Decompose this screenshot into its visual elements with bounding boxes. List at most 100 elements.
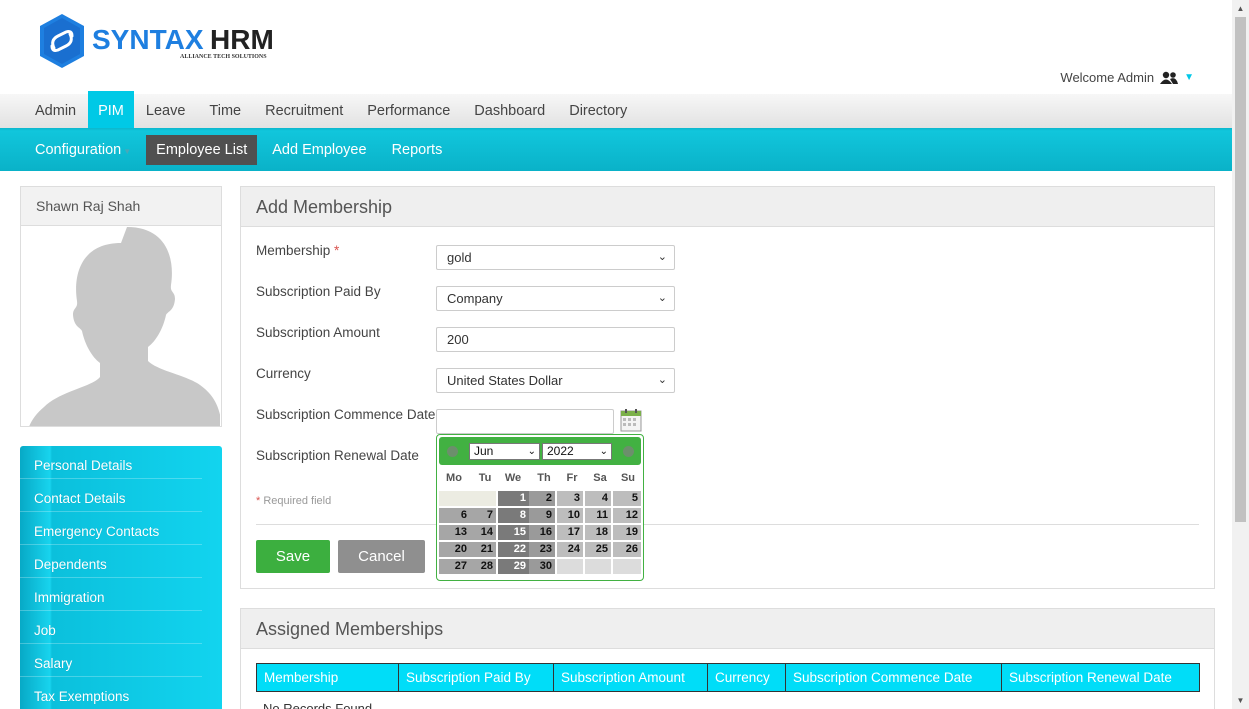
- side-dependents[interactable]: Dependents: [20, 545, 202, 578]
- calendar-day[interactable]: 6: [439, 508, 470, 523]
- employee-name: Shawn Raj Shah: [21, 187, 221, 226]
- users-icon: [1160, 71, 1179, 84]
- chevron-down-icon[interactable]: ▼: [1184, 72, 1194, 83]
- menu-recruitment[interactable]: Recruitment: [253, 94, 355, 128]
- required-field-note: * Required field: [256, 495, 331, 507]
- prev-month-icon[interactable]: [447, 446, 458, 457]
- calendar-day[interactable]: 4: [585, 491, 611, 506]
- submenu-configuration[interactable]: Configuration ▼: [25, 135, 141, 165]
- calendar-day[interactable]: 15: [498, 525, 529, 540]
- menu-directory[interactable]: Directory: [557, 94, 639, 128]
- next-month-icon[interactable]: [623, 446, 634, 457]
- scrollbar-thumb[interactable]: [1235, 17, 1246, 522]
- weekday-header: Sa: [593, 472, 607, 484]
- calendar-day[interactable]: 22: [498, 542, 529, 557]
- calendar-day[interactable]: 7: [470, 508, 496, 523]
- save-button[interactable]: Save: [256, 540, 330, 573]
- calendar-day[interactable]: 20: [439, 542, 470, 557]
- col-membership[interactable]: Membership: [257, 664, 399, 691]
- menu-admin[interactable]: Admin: [23, 94, 88, 128]
- syntaxhrm-logo[interactable]: SYNTAX HRM ALLIANCE TECH SOLUTIONS: [34, 12, 294, 72]
- menu-dashboard[interactable]: Dashboard: [462, 94, 557, 128]
- calendar-day[interactable]: 1: [498, 491, 529, 506]
- currency-label: Currency: [256, 366, 311, 381]
- calendar-day[interactable]: 24: [557, 542, 583, 557]
- calendar-day[interactable]: 13: [439, 525, 470, 540]
- weekday-header: Su: [620, 472, 636, 484]
- amount-input[interactable]: 200: [436, 327, 675, 352]
- scroll-up-icon[interactable]: ▲: [1232, 0, 1249, 17]
- memberships-table-header: Membership Subscription Paid By Subscrip…: [256, 663, 1200, 692]
- welcome-text[interactable]: Welcome Admin: [1060, 70, 1154, 85]
- col-renewal-date[interactable]: Subscription Renewal Date: [1002, 664, 1199, 691]
- side-personal-details[interactable]: Personal Details: [20, 446, 202, 479]
- calendar-day[interactable]: 19: [613, 525, 641, 540]
- calendar-day[interactable]: 11: [585, 508, 611, 523]
- profile-photo-placeholder-icon[interactable]: [22, 227, 220, 426]
- calendar-icon[interactable]: [620, 408, 642, 432]
- logo-tagline: ALLIANCE TECH SOLUTIONS: [180, 54, 267, 60]
- calendar-day[interactable]: 14: [470, 525, 496, 540]
- required-note-text: Required field: [263, 495, 332, 507]
- weekday-header: Th: [537, 472, 551, 484]
- calendar-day[interactable]: 8: [498, 508, 529, 523]
- calendar-day[interactable]: 17: [557, 525, 583, 540]
- calendar-day[interactable]: 18: [585, 525, 611, 540]
- side-tax-exemptions[interactable]: Tax Exemptions: [20, 677, 202, 709]
- page-scrollbar[interactable]: ▲ ▼: [1232, 0, 1249, 709]
- currency-select-value: United States Dollar: [447, 373, 563, 388]
- calendar-day[interactable]: 3: [557, 491, 583, 506]
- col-currency[interactable]: Currency: [708, 664, 786, 691]
- commence-date-input[interactable]: [436, 409, 614, 434]
- submenu-employee-list[interactable]: Employee List: [146, 134, 258, 165]
- membership-label-text: Membership: [256, 243, 331, 258]
- month-select[interactable]: Jun ⌄: [469, 443, 540, 460]
- calendar-day[interactable]: 27: [439, 559, 470, 574]
- currency-select[interactable]: United States Dollar ⌄: [436, 368, 675, 393]
- col-paid-by[interactable]: Subscription Paid By: [399, 664, 554, 691]
- calendar-day[interactable]: 23: [529, 542, 555, 557]
- side-immigration[interactable]: Immigration: [20, 578, 202, 611]
- side-job[interactable]: Job: [20, 611, 202, 644]
- dropdown-arrow-icon: ▼: [123, 146, 132, 156]
- membership-label: Membership *: [256, 243, 339, 258]
- divider: [256, 524, 1199, 525]
- datepicker: Jun ⌄ 2022 ⌄ Mo Tu We Th Fr Sa Su 1 2 3 4 5 6 7 8 9 10 11 12…: [436, 434, 644, 581]
- menu-time[interactable]: Time: [197, 94, 253, 128]
- membership-select[interactable]: gold ⌄: [436, 245, 675, 270]
- calendar-day[interactable]: 16: [529, 525, 555, 540]
- side-emergency-contacts[interactable]: Emergency Contacts: [20, 512, 202, 545]
- calendar-day[interactable]: 29: [498, 559, 529, 574]
- cancel-button[interactable]: Cancel: [338, 540, 425, 573]
- paid-by-label: Subscription Paid By: [256, 284, 381, 299]
- calendar-day[interactable]: 12: [613, 508, 641, 523]
- calendar-day[interactable]: 26: [613, 542, 641, 557]
- logo-text-left: SYNTAX: [92, 24, 204, 55]
- side-contact-details[interactable]: Contact Details: [20, 479, 202, 512]
- empty-day-cell: [439, 491, 470, 506]
- menu-performance[interactable]: Performance: [355, 94, 462, 128]
- col-amount[interactable]: Subscription Amount: [554, 664, 708, 691]
- calendar-day[interactable]: 21: [470, 542, 496, 557]
- calendar-day[interactable]: 30: [529, 559, 555, 574]
- col-commence-date[interactable]: Subscription Commence Date: [786, 664, 1002, 691]
- side-salary[interactable]: Salary: [20, 644, 202, 677]
- calendar-day[interactable]: 9: [529, 508, 555, 523]
- welcome-menu[interactable]: Welcome Admin ▼: [1060, 70, 1194, 85]
- year-select[interactable]: 2022 ⌄: [542, 443, 612, 460]
- calendar-day[interactable]: 10: [557, 508, 583, 523]
- submenu-reports[interactable]: Reports: [382, 135, 453, 165]
- header: SYNTAX HRM ALLIANCE TECH SOLUTIONS Welco…: [0, 0, 1232, 94]
- paid-by-select[interactable]: Company ⌄: [436, 286, 675, 311]
- chevron-down-icon: ⌄: [657, 292, 667, 304]
- required-note-mark: *: [256, 495, 261, 507]
- main-menu: Admin PIM Leave Time Recruitment Perform…: [0, 91, 1232, 128]
- submenu-add-employee[interactable]: Add Employee: [262, 135, 376, 165]
- calendar-day[interactable]: 28: [470, 559, 496, 574]
- calendar-day[interactable]: 5: [613, 491, 641, 506]
- calendar-day[interactable]: 25: [585, 542, 611, 557]
- menu-leave[interactable]: Leave: [134, 94, 198, 128]
- calendar-day[interactable]: 2: [529, 491, 555, 506]
- menu-pim[interactable]: PIM: [88, 91, 134, 128]
- scroll-down-icon[interactable]: ▼: [1232, 692, 1249, 709]
